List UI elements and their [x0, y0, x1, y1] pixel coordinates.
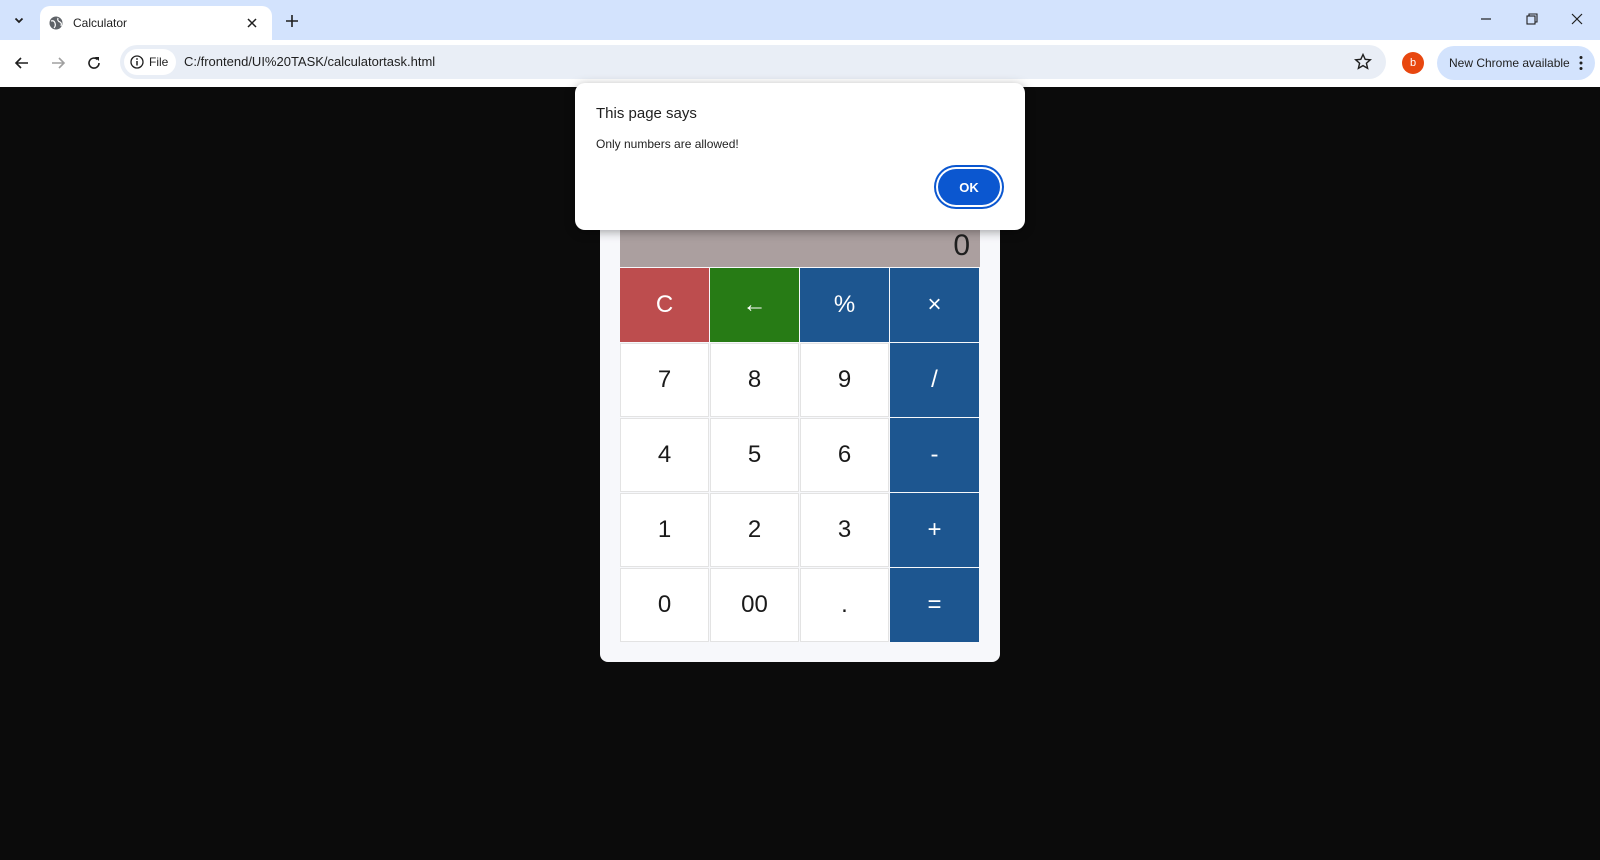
alert-dialog: This page says Only numbers are allowed!…: [575, 83, 1025, 230]
close-tab-icon[interactable]: [242, 13, 262, 33]
globe-icon: [48, 15, 64, 31]
minimize-button[interactable]: [1463, 0, 1509, 38]
digit-8-key[interactable]: 8: [710, 343, 799, 417]
arrow-left-icon: [14, 57, 28, 69]
calculator-display: 0: [620, 227, 980, 267]
digit-7-key[interactable]: 7: [620, 343, 709, 417]
divide-key[interactable]: /: [890, 343, 979, 417]
multiply-key[interactable]: ×: [890, 268, 979, 342]
new-chrome-available-button[interactable]: New Chrome available: [1437, 46, 1595, 80]
backspace-key[interactable]: ←: [710, 268, 799, 342]
plus-icon: [286, 15, 298, 27]
digit-4-key[interactable]: 4: [620, 418, 709, 492]
update-label: New Chrome available: [1449, 56, 1570, 70]
new-tab-button[interactable]: [280, 9, 304, 33]
digit-5-key[interactable]: 5: [710, 418, 799, 492]
digit-00-key[interactable]: 00: [710, 568, 799, 642]
digit-6-key[interactable]: 6: [800, 418, 889, 492]
restore-button[interactable]: [1509, 0, 1555, 38]
tab-calculator[interactable]: Calculator: [40, 6, 272, 40]
dialog-title: This page says: [596, 105, 697, 122]
add-key[interactable]: +: [890, 493, 979, 567]
arrow-right-icon: [52, 57, 66, 69]
address-bar[interactable]: File C:/frontend/UI%20TASK/calculatortas…: [120, 45, 1386, 79]
reload-button[interactable]: [79, 48, 109, 78]
digit-9-key[interactable]: 9: [800, 343, 889, 417]
reload-icon: [88, 57, 100, 69]
browser-toolbar: File C:/frontend/UI%20TASK/calculatortas…: [0, 40, 1600, 87]
digit-3-key[interactable]: 3: [800, 493, 889, 567]
more-options-icon[interactable]: [1573, 53, 1589, 73]
site-info-chip[interactable]: File: [124, 49, 176, 75]
close-icon: [1571, 13, 1583, 25]
equals-key[interactable]: =: [890, 568, 979, 642]
digit-1-key[interactable]: 1: [620, 493, 709, 567]
dialog-message: Only numbers are allowed!: [596, 137, 739, 151]
chevron-down-icon: [14, 17, 24, 24]
back-button[interactable]: [7, 48, 37, 78]
minimize-icon: [1481, 18, 1491, 20]
subtract-key[interactable]: -: [890, 418, 979, 492]
profile-avatar[interactable]: b: [1402, 52, 1424, 74]
forward-button[interactable]: [43, 48, 73, 78]
digit-0-key[interactable]: 0: [620, 568, 709, 642]
tab-search-button[interactable]: [6, 8, 32, 32]
tab-title: Calculator: [73, 16, 128, 30]
url-text[interactable]: C:/frontend/UI%20TASK/calculatortask.htm…: [184, 54, 435, 69]
tab-strip: Calculator: [0, 0, 1600, 40]
info-icon: [130, 55, 144, 69]
percent-key[interactable]: %: [800, 268, 889, 342]
calculator: 0 C ←% × 7 8 9/4 5 6-1 2 3 +0 00. =: [600, 200, 1000, 662]
restore-icon: [1526, 13, 1538, 25]
site-info-label: File: [149, 55, 169, 69]
close-window-button[interactable]: [1554, 0, 1600, 38]
bookmark-star-icon[interactable]: [1353, 52, 1373, 72]
ok-button[interactable]: OK: [938, 169, 1000, 205]
calculator-keypad: C ←% × 7 8 9/ 4 5 6- 1 2 3 +0 00. =: [620, 268, 982, 642]
digit-2-key[interactable]: 2: [710, 493, 799, 567]
clear-key[interactable]: C: [620, 268, 709, 342]
decimal-key[interactable]: .: [800, 568, 889, 642]
